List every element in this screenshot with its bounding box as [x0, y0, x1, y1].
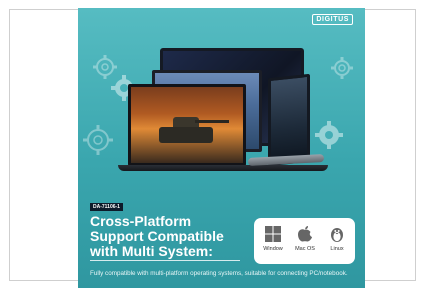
apple-icon: [298, 226, 312, 242]
model-number-tag: DA-71106-1: [90, 203, 123, 211]
linux-tux-icon: [331, 228, 343, 242]
gear-icon-lower-right: [315, 121, 343, 149]
product-promo-image: DIGITUS DA-71106-1 Cross-Platform Suppor…: [78, 8, 365, 288]
divider: [90, 260, 240, 261]
os-support-panel: Window Mac OS Linux: [254, 218, 355, 264]
os-label-linux: Linux: [330, 246, 344, 252]
tank-gun: [195, 120, 229, 123]
tank-body: [159, 127, 213, 143]
gear-icon-lower-left: [83, 125, 113, 155]
tablet-image: [268, 73, 310, 167]
windows-icon: [265, 226, 281, 242]
os-item-linux: Linux: [322, 225, 352, 252]
laptop-tank-screen-image: [128, 84, 246, 166]
headline: Cross-Platform Support Compatible with M…: [90, 213, 224, 259]
laptop-base: [118, 165, 328, 171]
description: Fully compatible with multi-platform ope…: [90, 270, 348, 277]
brand-logo: DIGITUS: [312, 14, 353, 25]
os-item-macos: Mac OS: [290, 225, 320, 252]
gear-icon-right: [331, 57, 353, 79]
os-item-windows: Window: [258, 225, 288, 252]
os-label-macos: Mac OS: [295, 246, 315, 252]
os-label-windows: Window: [263, 246, 283, 252]
